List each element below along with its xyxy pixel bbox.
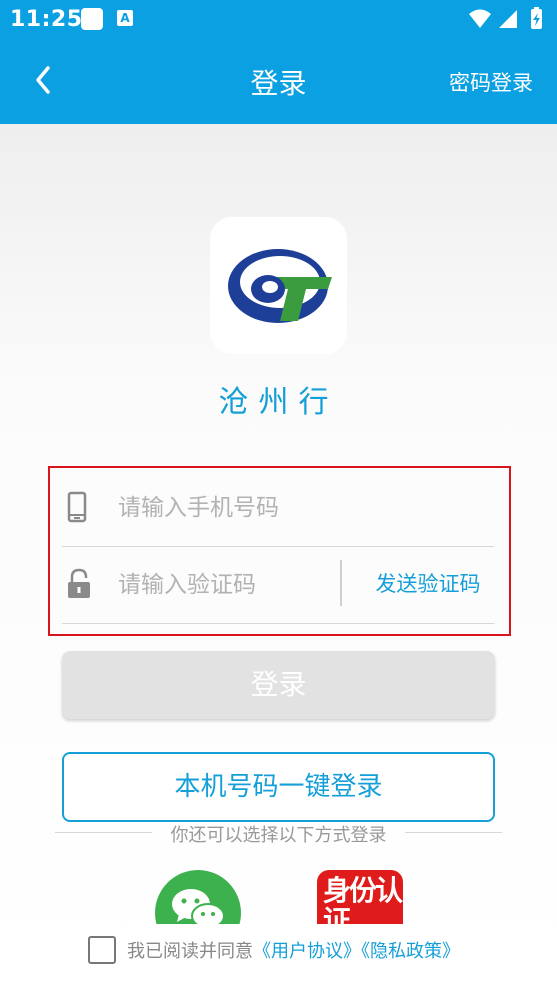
divider — [340, 560, 342, 606]
notification-icon — [81, 8, 103, 30]
signal-icon — [499, 10, 517, 28]
login-button[interactable]: 登录 — [62, 651, 495, 719]
password-login-button[interactable]: 密码登录 — [449, 67, 533, 97]
app-bar: 登录 密码登录 — [0, 38, 557, 124]
agreement-prefix: 我已阅读并同意 — [127, 941, 253, 962]
status-bar: 11:25 A — [0, 0, 557, 38]
code-row: 发送验证码 — [62, 546, 494, 624]
send-code-button[interactable]: 发送验证码 — [362, 546, 494, 623]
status-time: 11:25 — [10, 7, 83, 32]
lock-icon — [68, 568, 90, 598]
login-content: 沧州行 发送验证码 登录 本机号码一键登录 你还可以选择以下方式登录 — [0, 124, 557, 990]
phone-row — [62, 469, 494, 547]
app-logo — [210, 217, 347, 354]
privacy-policy-link[interactable]: 《隐私政策》 — [361, 941, 460, 962]
agreement-footer: 我已阅读并同意《用户协议》《隐私政策》 — [0, 924, 557, 990]
other-login-methods-label: 你还可以选择以下方式登录 — [170, 825, 387, 846]
agreement-checkbox[interactable] — [88, 936, 116, 964]
user-agreement-link[interactable]: 《用户协议》 — [253, 941, 361, 962]
notification-a-icon: A — [117, 10, 133, 26]
phone-icon — [67, 491, 87, 523]
app-name: 沧州行 — [218, 385, 339, 420]
one-key-login-button[interactable]: 本机号码一键登录 — [62, 752, 495, 822]
verification-code-input[interactable] — [118, 546, 328, 623]
wifi-icon — [469, 9, 491, 28]
status-icons — [467, 6, 549, 36]
agreement-text: 我已阅读并同意《用户协议》《隐私政策》 — [127, 937, 460, 963]
divider-right — [405, 832, 502, 833]
battery-icon — [531, 7, 542, 29]
phone-input[interactable] — [118, 469, 478, 546]
